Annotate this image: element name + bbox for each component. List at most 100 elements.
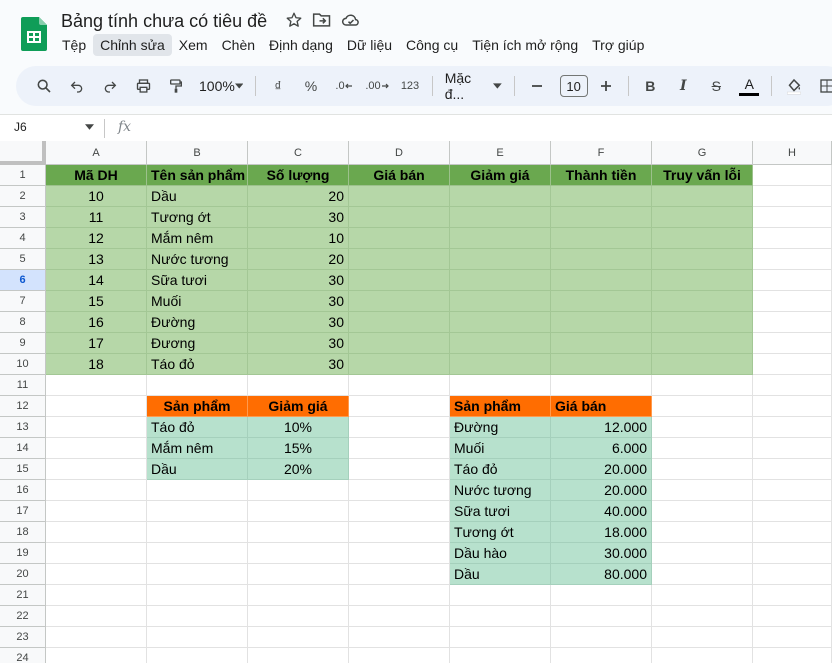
menu-edit[interactable]: Chỉnh sửa (93, 34, 172, 56)
main-table-cell[interactable]: 30 (248, 207, 349, 228)
main-table-cell[interactable]: 30 (248, 270, 349, 291)
cell[interactable] (46, 417, 147, 438)
price-table-cell[interactable]: Dầu hào (450, 543, 551, 564)
main-table-cell[interactable] (551, 249, 652, 270)
cell[interactable] (46, 459, 147, 480)
main-table-cell[interactable] (652, 333, 753, 354)
main-table-cell[interactable] (652, 312, 753, 333)
row-header-2[interactable]: 2 (0, 186, 46, 207)
cell[interactable] (147, 522, 248, 543)
text-color-button[interactable]: A (735, 72, 763, 100)
cell[interactable] (652, 438, 753, 459)
search-menus-button[interactable] (30, 72, 58, 100)
cell[interactable] (753, 501, 832, 522)
row-header-13[interactable]: 13 (0, 417, 46, 438)
cell[interactable] (46, 438, 147, 459)
menu-extensions[interactable]: Tiện ích mở rộng (465, 34, 585, 56)
cell[interactable] (652, 480, 753, 501)
cell[interactable] (652, 606, 753, 627)
main-table-cell[interactable] (652, 249, 753, 270)
cell[interactable] (652, 375, 753, 396)
price-table-cell[interactable]: Táo đỏ (450, 459, 551, 480)
cell[interactable] (349, 438, 450, 459)
main-table-cell[interactable]: 12 (46, 228, 147, 249)
cell[interactable] (753, 417, 832, 438)
main-table-cell[interactable] (349, 186, 450, 207)
cell[interactable] (147, 501, 248, 522)
main-table-cell[interactable]: Đường (147, 312, 248, 333)
cell[interactable] (753, 291, 832, 312)
cell[interactable] (349, 627, 450, 648)
price-table-header-cell[interactable]: Sản phẩm (450, 396, 551, 417)
cell[interactable] (349, 375, 450, 396)
main-table-cell[interactable] (349, 312, 450, 333)
cell[interactable] (652, 627, 753, 648)
cell[interactable] (349, 480, 450, 501)
cell[interactable] (248, 480, 349, 501)
main-table-cell[interactable] (652, 207, 753, 228)
cell[interactable] (753, 564, 832, 585)
cell[interactable] (248, 585, 349, 606)
column-header-f[interactable]: F (551, 141, 652, 165)
cell[interactable] (147, 606, 248, 627)
cell[interactable] (248, 501, 349, 522)
main-table-cell[interactable]: 20 (248, 249, 349, 270)
cell[interactable] (46, 522, 147, 543)
cell[interactable] (147, 648, 248, 663)
zoom-select[interactable]: 100% (195, 72, 247, 100)
main-table-cell[interactable]: 20 (248, 186, 349, 207)
column-header-g[interactable]: G (652, 141, 753, 165)
row-header-5[interactable]: 5 (0, 249, 46, 270)
column-header-e[interactable]: E (450, 141, 551, 165)
cell[interactable] (652, 459, 753, 480)
main-table-cell[interactable]: 30 (248, 333, 349, 354)
cell[interactable] (753, 186, 832, 207)
menu-insert[interactable]: Chèn (215, 34, 262, 56)
cell[interactable] (147, 480, 248, 501)
main-table-cell[interactable]: Sữa tươi (147, 270, 248, 291)
main-table-cell[interactable]: 10 (248, 228, 349, 249)
bold-button[interactable]: B (636, 72, 664, 100)
star-icon[interactable] (285, 11, 303, 29)
cell[interactable] (753, 354, 832, 375)
price-table-cell[interactable]: 18.000 (551, 522, 652, 543)
main-table-cell[interactable]: 16 (46, 312, 147, 333)
main-table-cell[interactable] (551, 228, 652, 249)
increase-decimal-button[interactable]: .00 (363, 72, 391, 100)
main-table-cell[interactable] (450, 291, 551, 312)
main-table-cell[interactable]: Táo đỏ (147, 354, 248, 375)
cell[interactable] (46, 543, 147, 564)
increase-font-size-button[interactable] (592, 72, 620, 100)
main-table-header-cell[interactable]: Giá bán (349, 165, 450, 186)
cell[interactable] (753, 249, 832, 270)
main-table-cell[interactable] (551, 270, 652, 291)
price-table-cell[interactable]: Muối (450, 438, 551, 459)
cell[interactable] (349, 417, 450, 438)
cell[interactable] (551, 627, 652, 648)
cell[interactable] (450, 627, 551, 648)
main-table-cell[interactable] (349, 228, 450, 249)
borders-button[interactable] (813, 72, 832, 100)
chevron-down-icon[interactable] (85, 124, 94, 130)
cell[interactable] (753, 396, 832, 417)
main-table-cell[interactable]: 30 (248, 312, 349, 333)
cell[interactable] (753, 438, 832, 459)
document-title[interactable]: Bảng tính chưa có tiêu đề (61, 11, 267, 32)
cell[interactable] (46, 375, 147, 396)
price-table-cell[interactable]: 20.000 (551, 480, 652, 501)
main-table-cell[interactable] (652, 291, 753, 312)
paint-format-button[interactable] (162, 72, 190, 100)
menu-tools[interactable]: Công cụ (399, 34, 465, 56)
cell[interactable] (349, 585, 450, 606)
main-table-cell[interactable] (652, 354, 753, 375)
row-header-19[interactable]: 19 (0, 543, 46, 564)
main-table-cell[interactable]: Nước tương (147, 249, 248, 270)
name-box[interactable]: J6 (14, 120, 27, 134)
cell[interactable] (147, 564, 248, 585)
main-table-cell[interactable] (551, 312, 652, 333)
main-table-cell[interactable] (349, 249, 450, 270)
main-table-cell[interactable]: Dầu (147, 186, 248, 207)
discount-table-cell[interactable]: 20% (248, 459, 349, 480)
main-table-cell[interactable]: 11 (46, 207, 147, 228)
cell[interactable] (753, 543, 832, 564)
